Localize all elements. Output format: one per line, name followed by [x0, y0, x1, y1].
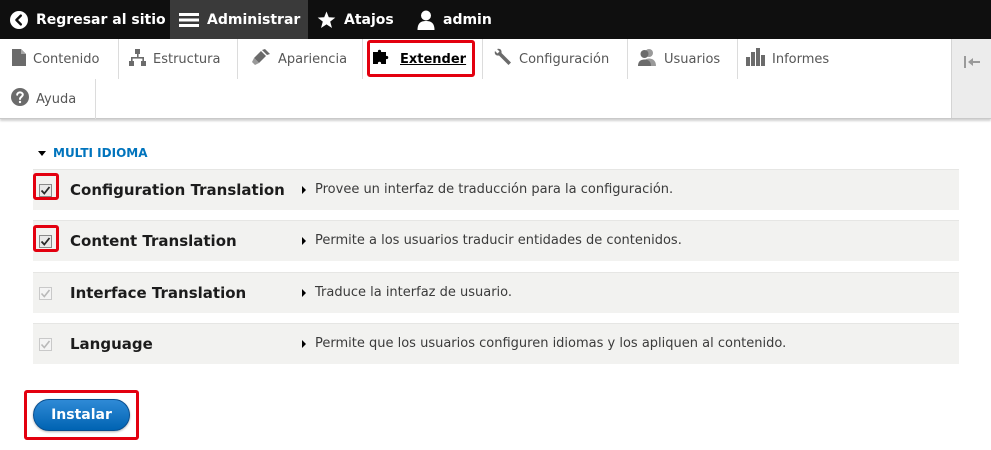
module-description[interactable]: Permite a los usuarios traducir entidade… — [302, 233, 682, 248]
hierarchy-icon — [129, 48, 153, 70]
tab-structure-label: Estructura — [153, 51, 221, 67]
tab-reports[interactable]: Informes — [738, 39, 837, 79]
tab-configuration[interactable]: Configuración — [483, 39, 628, 79]
package-title[interactable]: MULTI IDIOMA — [38, 146, 148, 160]
back-to-site-link[interactable]: Regresar al sitio — [0, 0, 170, 39]
manage-tab[interactable]: Administrar — [170, 0, 308, 39]
tab-appearance-label: Apariencia — [278, 51, 348, 67]
collapse-arrow-icon — [963, 53, 980, 118]
tray-row-1: Contenido Estructura Apariencia Extender… — [0, 39, 951, 79]
admin-tray: Contenido Estructura Apariencia Extender… — [0, 39, 991, 119]
shortcuts-tab[interactable]: Atajos — [308, 0, 408, 39]
paint-icon — [252, 48, 278, 70]
people-icon — [638, 48, 664, 70]
help-icon — [11, 88, 36, 110]
bar-chart-icon — [746, 48, 772, 70]
collapse-triangle-icon — [38, 150, 46, 156]
highlight-install-button — [24, 390, 139, 440]
module-description[interactable]: Permite que los usuarios configuren idio… — [302, 336, 786, 351]
module-description-text: Traduce la interfaz de usuario. — [315, 285, 513, 300]
tray-row-2: Ayuda — [0, 79, 951, 119]
back-arrow-icon — [10, 10, 28, 29]
user-tab[interactable]: admin — [408, 0, 508, 39]
back-to-site-label: Regresar al sitio — [36, 11, 166, 28]
shortcuts-label: Atajos — [344, 11, 394, 28]
expand-triangle-icon — [302, 288, 306, 297]
module-description[interactable]: Traduce la interfaz de usuario. — [302, 285, 512, 300]
module-row: Language Permite que los usuarios config… — [33, 323, 959, 364]
expand-triangle-icon — [302, 339, 306, 348]
module-name[interactable]: Content Translation — [70, 232, 237, 250]
user-icon — [417, 10, 435, 30]
tab-content[interactable]: Contenido — [0, 39, 119, 79]
expand-triangle-icon — [302, 185, 306, 194]
module-description[interactable]: Provee un interfaz de traducción para la… — [302, 182, 673, 197]
highlight-checkbox — [33, 173, 59, 200]
wrench-icon — [494, 48, 519, 70]
package-title-label: MULTI IDIOMA — [53, 146, 148, 160]
module-checkbox-disabled — [39, 338, 52, 351]
tab-appearance[interactable]: Apariencia — [238, 39, 363, 79]
star-icon — [317, 11, 336, 29]
module-name: Interface Translation — [70, 284, 247, 302]
menu-icon — [179, 12, 199, 28]
module-name[interactable]: Configuration Translation — [70, 181, 285, 199]
highlight-extend-tab — [367, 40, 475, 77]
user-label: admin — [443, 11, 492, 28]
tab-content-label: Contenido — [33, 51, 100, 67]
manage-label: Administrar — [207, 11, 301, 28]
document-icon — [12, 48, 33, 70]
tab-configuration-label: Configuración — [519, 51, 610, 67]
tray-orientation-toggle[interactable] — [951, 39, 991, 118]
module-name: Language — [70, 335, 153, 353]
tab-people[interactable]: Usuarios — [628, 39, 738, 79]
tab-reports-label: Informes — [772, 51, 830, 67]
highlight-checkbox — [33, 225, 59, 252]
module-description-text: Provee un interfaz de traducción para la… — [315, 182, 674, 197]
module-checkbox-disabled — [39, 287, 52, 300]
module-description-text: Permite que los usuarios configuren idio… — [315, 336, 787, 351]
tab-structure[interactable]: Estructura — [119, 39, 238, 79]
module-row: Content Translation Permite a los usuari… — [33, 220, 959, 261]
module-row: Configuration Translation Provee un inte… — [33, 169, 959, 210]
module-row: Interface Translation Traduce la interfa… — [33, 272, 959, 313]
module-description-text: Permite a los usuarios traducir entidade… — [315, 233, 682, 248]
tab-people-label: Usuarios — [664, 51, 721, 67]
expand-triangle-icon — [302, 236, 306, 245]
tab-help[interactable]: Ayuda — [0, 79, 96, 119]
admin-toolbar: Regresar al sitio Administrar Atajos adm… — [0, 0, 991, 39]
tab-help-label: Ayuda — [36, 91, 77, 107]
